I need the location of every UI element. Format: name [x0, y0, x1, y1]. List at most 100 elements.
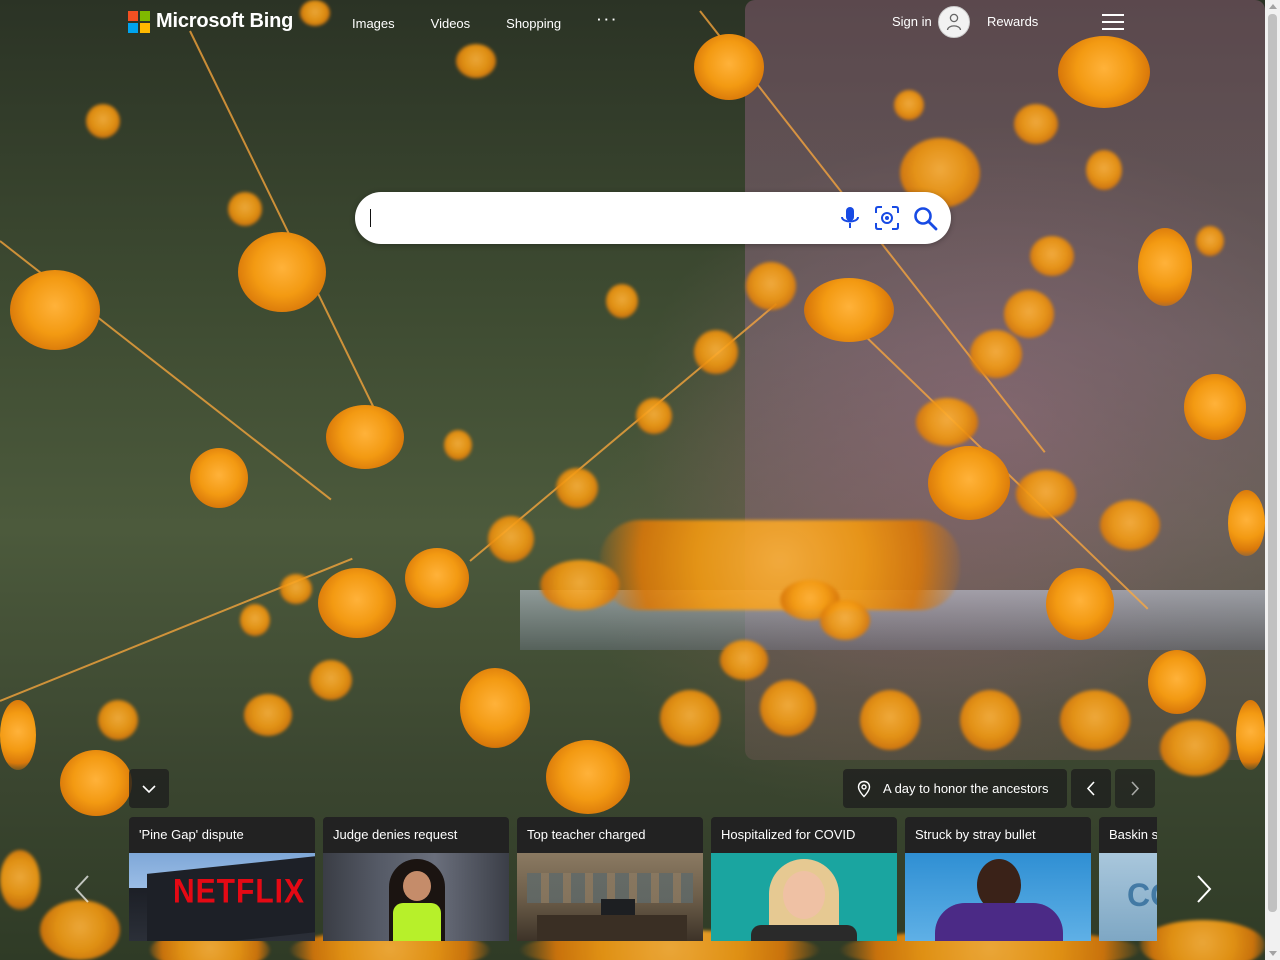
text-cursor: [370, 209, 371, 227]
search-input[interactable]: [371, 204, 825, 234]
news-card-thumbnail: CO: [1099, 853, 1157, 941]
marigold: [318, 568, 396, 638]
logo-square-red: [128, 10, 138, 21]
image-info-button[interactable]: A day to honor the ancestors: [843, 769, 1067, 808]
news-carousel: 'Pine Gap' dispute NETFLIX Judge denies …: [129, 817, 1157, 941]
marigold: [1100, 500, 1160, 550]
marigold: [1138, 228, 1192, 306]
news-card[interactable]: Top teacher charged: [517, 817, 703, 941]
logo-square-green: [140, 10, 150, 21]
nav-images[interactable]: Images: [352, 16, 395, 31]
news-card-title: Hospitalized for COVID: [721, 827, 856, 842]
visual-search-icon[interactable]: [874, 205, 900, 231]
marigold: [546, 740, 630, 814]
bing-logo-link[interactable]: Microsoft Bing: [128, 10, 293, 33]
background-image: [0, 0, 1265, 960]
marigold: [970, 330, 1022, 378]
news-card-title: Judge denies request: [333, 827, 458, 842]
main-nav: Images Videos Shopping ···: [352, 12, 655, 31]
marigold: [746, 262, 796, 310]
marigold: [894, 90, 924, 120]
scrollbar-thumb[interactable]: [1268, 14, 1277, 912]
news-card-thumbnail: NETFLIX: [129, 853, 315, 941]
nav-shopping[interactable]: Shopping: [506, 16, 561, 31]
vertical-scrollbar[interactable]: [1265, 0, 1280, 960]
chevron-right-icon: [1131, 781, 1140, 796]
marigold: [556, 468, 598, 508]
microphone-icon[interactable]: [837, 205, 863, 231]
next-image-button[interactable]: [1115, 769, 1155, 808]
marigold: [606, 284, 638, 318]
thumbnail-text: CO: [1127, 877, 1157, 913]
news-card-title: Struck by stray bullet: [915, 827, 1036, 842]
marigold: [660, 690, 720, 746]
marigold: [928, 446, 1010, 520]
scroll-down-arrow-icon[interactable]: [1269, 951, 1277, 956]
expand-feed-button[interactable]: [129, 769, 169, 808]
nav-more-button[interactable]: ···: [597, 12, 619, 31]
news-card[interactable]: Struck by stray bullet: [905, 817, 1091, 941]
marigold: [244, 694, 292, 736]
marigold: [326, 405, 404, 469]
marigold: [636, 398, 672, 434]
news-card-thumbnail: [905, 853, 1091, 941]
microsoft-logo-icon: [128, 10, 150, 33]
marigold: [86, 104, 120, 138]
avatar[interactable]: [938, 6, 970, 38]
marigold: [1004, 290, 1054, 338]
logo-square-yellow: [140, 22, 150, 33]
marigold: [310, 660, 352, 700]
rewards-link[interactable]: Rewards: [987, 14, 1038, 29]
marigold: [1236, 700, 1265, 770]
previous-image-button[interactable]: [1071, 769, 1111, 808]
news-card[interactable]: Hospitalized for COVID: [711, 817, 897, 941]
marigold: [190, 448, 248, 508]
nav-videos[interactable]: Videos: [431, 16, 471, 31]
logo-square-blue: [128, 22, 138, 33]
marigold: [1058, 36, 1150, 108]
marigold: [1184, 374, 1246, 440]
menu-icon[interactable]: [1102, 14, 1124, 30]
sign-in-link[interactable]: Sign in: [892, 14, 932, 29]
carousel-right-arrow-icon[interactable]: [1188, 874, 1218, 904]
news-card-thumbnail: [517, 853, 703, 941]
marigold: [1046, 568, 1114, 640]
news-card[interactable]: Judge denies request: [323, 817, 509, 941]
chevron-left-icon: [1086, 781, 1095, 796]
search-icon[interactable]: [912, 205, 938, 231]
marigold: [804, 278, 894, 342]
carousel-left-arrow-icon[interactable]: [68, 874, 98, 904]
marigold: [860, 690, 920, 750]
news-card-thumbnail: [323, 853, 509, 941]
marigold: [1060, 690, 1130, 750]
marigold: [720, 640, 768, 680]
marigold: [60, 750, 132, 816]
marigold: [444, 430, 472, 460]
marigold: [405, 548, 469, 608]
image-caption: A day to honor the ancestors: [883, 781, 1049, 796]
news-card[interactable]: Baskin s CO: [1099, 817, 1157, 941]
marigold: [240, 604, 270, 636]
marigold: [460, 668, 530, 748]
marigold: [820, 600, 870, 640]
marigold: [1086, 150, 1122, 190]
marigold: [488, 516, 534, 562]
news-card-title: Top teacher charged: [527, 827, 646, 842]
user-icon: [946, 13, 962, 31]
marigold: [1016, 470, 1076, 518]
marigold: [40, 900, 120, 960]
search-box: [355, 192, 951, 244]
netflix-logo-text: NETFLIX: [173, 872, 305, 911]
marigold: [238, 232, 326, 312]
scroll-up-arrow-icon[interactable]: [1269, 4, 1277, 9]
marigold: [280, 574, 312, 604]
marigold: [10, 270, 100, 350]
news-card-thumbnail: [711, 853, 897, 941]
news-card-title: Baskin s: [1109, 827, 1157, 842]
marigold: [1014, 104, 1058, 144]
marigold: [0, 700, 36, 770]
marigold: [456, 44, 496, 78]
news-card-title: 'Pine Gap' dispute: [139, 827, 244, 842]
news-card[interactable]: 'Pine Gap' dispute NETFLIX: [129, 817, 315, 941]
marigold: [760, 680, 816, 736]
